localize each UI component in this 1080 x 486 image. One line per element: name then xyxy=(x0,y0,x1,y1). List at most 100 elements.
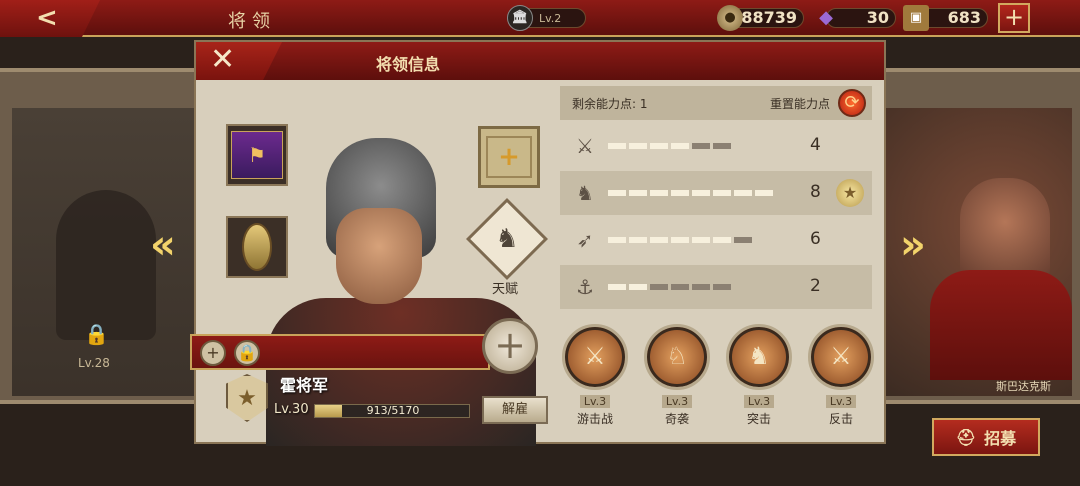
stat-bar-segment xyxy=(629,284,647,290)
stat-bar-segment xyxy=(650,190,668,196)
stat-bar-segment xyxy=(734,190,752,196)
reset-points-button[interactable]: ⟳ xyxy=(838,89,866,117)
stat-row: ⚓ 2 xyxy=(560,265,872,309)
sword-icon: ⚔ xyxy=(576,134,594,158)
stat-row: ⚔ 4 xyxy=(560,124,872,168)
xp-progress-bar: 913/5170 xyxy=(314,404,470,418)
skill-icon: ⚔ xyxy=(562,324,628,390)
xp-progress-text: 913/5170 xyxy=(366,404,420,417)
stat-row: ♞ 8 ★ xyxy=(560,171,872,215)
talent-label: 天赋 xyxy=(492,282,519,297)
skill-name: 突击 xyxy=(746,412,771,426)
add-button[interactable]: + xyxy=(200,340,226,366)
reset-points-label: 重置能力点 xyxy=(769,97,830,111)
recruit-label: 招募 xyxy=(984,429,1017,448)
skill-level: Lv.3 xyxy=(579,395,611,408)
skill-name: 奇袭 xyxy=(664,412,689,426)
skill-item[interactable]: ♞ Lv.3 突击 xyxy=(724,324,794,427)
stat-bar-segment xyxy=(629,190,647,196)
stat-bar-segment xyxy=(713,143,731,149)
stat-bar-segment xyxy=(671,190,689,196)
stat-bar-segment xyxy=(650,143,668,149)
gold-amount: 88739 xyxy=(741,8,797,27)
general-level: Lv.30 xyxy=(274,402,309,417)
stat-bar-segment xyxy=(692,237,710,243)
add-troops-button[interactable]: + xyxy=(482,318,538,374)
stat-bar xyxy=(608,190,773,196)
skill-name: 游击战 xyxy=(576,412,613,426)
ticket-icon: ▣ xyxy=(903,5,929,31)
skill-level: Lv.3 xyxy=(661,395,693,408)
stat-bar-segment xyxy=(671,237,689,243)
general-face xyxy=(336,208,422,304)
stat-bar xyxy=(608,284,731,290)
dismiss-button[interactable]: 解雇 xyxy=(482,396,548,424)
stat-bar-segment xyxy=(608,143,626,149)
recruit-button[interactable]: ⛑ 招募 xyxy=(932,418,1040,456)
next-general-chevron-icon[interactable]: » xyxy=(900,222,926,268)
medal-icon: ★ xyxy=(836,179,864,207)
stat-bar-segment xyxy=(608,190,626,196)
refresh-icon: ⟳ xyxy=(844,92,860,113)
gem-icon: ◆ xyxy=(819,7,833,28)
stat-value: 2 xyxy=(810,276,821,296)
stat-bar-segment xyxy=(713,190,731,196)
dialog-header: ✕ 将领信息 xyxy=(196,42,884,80)
skill-item[interactable]: ⚔ Lv.3 反击 xyxy=(806,324,876,427)
general-name: 霍将军 xyxy=(280,376,329,395)
skill-level: Lv.3 xyxy=(743,395,775,408)
stat-bar-segment xyxy=(713,237,731,243)
horse-icon: ♞ xyxy=(576,181,594,205)
skill-icon: ♞ xyxy=(726,324,792,390)
stat-bar-segment xyxy=(629,237,647,243)
coin-icon: ● xyxy=(717,5,743,31)
back-arrow-icon: < xyxy=(36,3,58,33)
skill-item[interactable]: ♘ Lv.3 奇袭 xyxy=(642,324,712,427)
stats-panel: 剩余能力点: 1 重置能力点 ⟳ ⚔ 4 ♞ 8 ★ ➶ 6 ⚓ 2 xyxy=(560,86,872,312)
stat-bar-segment xyxy=(608,237,626,243)
general-info-dialog: ✕ 将领信息 ⚑ + ♞ 天赋 + 🔒 + ★ 霍将军 Lv.30 913/51… xyxy=(190,40,886,446)
gold-pill: ● 88739 xyxy=(717,5,804,31)
stat-bar-segment xyxy=(671,284,689,290)
stat-bar-segment xyxy=(650,284,668,290)
page-title: 将领 xyxy=(228,11,276,32)
dialog-title: 将领信息 xyxy=(376,55,441,74)
stat-bar-segment xyxy=(692,284,710,290)
remaining-points-label: 剩余能力点: 1 xyxy=(572,97,648,111)
skill-level: Lv.3 xyxy=(825,395,857,408)
gem-amount: 30 xyxy=(866,8,889,27)
add-currency-button[interactable]: + xyxy=(998,3,1030,33)
stat-value: 4 xyxy=(810,135,821,155)
stat-bar xyxy=(608,143,731,149)
stat-value: 6 xyxy=(810,229,821,249)
player-level: Lv.2 xyxy=(539,12,562,25)
stat-bar-segment xyxy=(671,143,689,149)
next-general-name: 斯巴达克斯 xyxy=(996,380,1051,393)
skill-name: 反击 xyxy=(828,412,853,426)
skill-icon: ♘ xyxy=(644,324,710,390)
stat-bar-segment xyxy=(608,284,626,290)
stat-bar-segment xyxy=(629,143,647,149)
stat-bar-segment xyxy=(650,237,668,243)
stats-header: 剩余能力点: 1 重置能力点 ⟳ xyxy=(560,86,872,120)
horse-head-icon: ♞ xyxy=(495,224,519,254)
stat-bar-segment xyxy=(692,190,710,196)
lock-button[interactable]: 🔒 xyxy=(234,340,260,366)
ticket-pill: ▣ 683 xyxy=(903,5,988,31)
close-button[interactable]: ✕ xyxy=(196,42,282,80)
general-action-bar: + 🔒 xyxy=(190,334,490,370)
player-level-pill: 🏛 Lv.2 xyxy=(507,5,586,31)
skill-item[interactable]: ⚔ Lv.3 游击战 xyxy=(560,324,630,427)
close-icon: ✕ xyxy=(210,42,236,77)
back-button[interactable]: < xyxy=(0,0,100,37)
anchor-icon: ⚓ xyxy=(576,275,594,299)
locked-general-silhouette xyxy=(56,190,156,340)
locked-general-level: Lv.28 xyxy=(78,356,110,370)
stat-value: 8 xyxy=(810,182,821,202)
stat-bar xyxy=(608,237,752,243)
lock-icon: 🔒 xyxy=(84,322,109,346)
gem-pill: ◆ 30 xyxy=(819,8,896,28)
skill-icon: ⚔ xyxy=(808,324,874,390)
prev-general-chevron-icon[interactable]: « xyxy=(150,222,176,268)
bow-icon: ➶ xyxy=(576,228,594,252)
